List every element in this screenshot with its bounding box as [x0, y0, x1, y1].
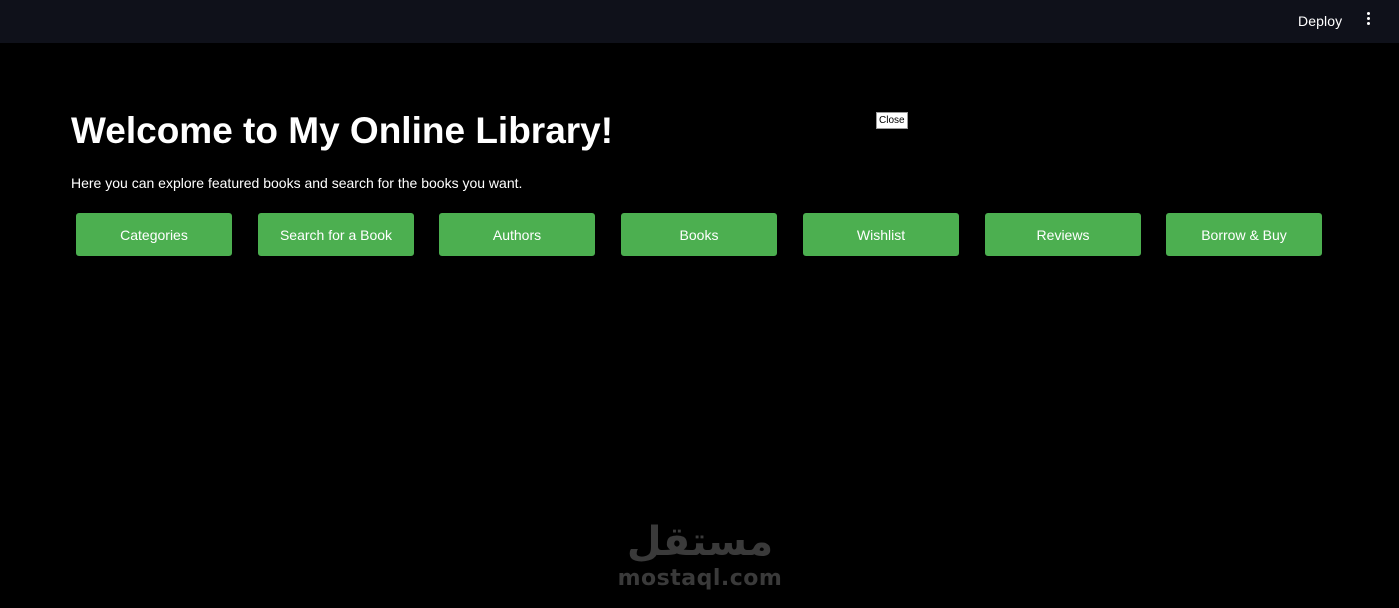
borrow-buy-button[interactable]: Borrow & Buy	[1166, 213, 1322, 256]
close-tooltip[interactable]: Close	[876, 112, 908, 129]
watermark-arabic-text: مستقل	[626, 519, 774, 565]
authors-button[interactable]: Authors	[439, 213, 595, 256]
nav-button-row: Categories Search for a Book Authors Boo…	[0, 213, 1399, 257]
top-header-bar: Deploy	[0, 0, 1399, 43]
wishlist-button[interactable]: Wishlist	[803, 213, 959, 256]
search-book-button[interactable]: Search for a Book	[258, 213, 414, 256]
page-subtitle: Here you can explore featured books and …	[71, 175, 523, 191]
watermark-logo: مستقل mostaql.com	[615, 518, 785, 598]
deploy-button[interactable]: Deploy	[1298, 13, 1342, 29]
kebab-menu-icon[interactable]	[1362, 12, 1374, 30]
app-page: Deploy Welcome to My Online Library! Her…	[0, 0, 1399, 608]
categories-button[interactable]: Categories	[76, 213, 232, 256]
page-title: Welcome to My Online Library!	[71, 110, 614, 151]
reviews-button[interactable]: Reviews	[985, 213, 1141, 256]
watermark-latin-text: mostaql.com	[617, 566, 783, 591]
books-button[interactable]: Books	[621, 213, 777, 256]
